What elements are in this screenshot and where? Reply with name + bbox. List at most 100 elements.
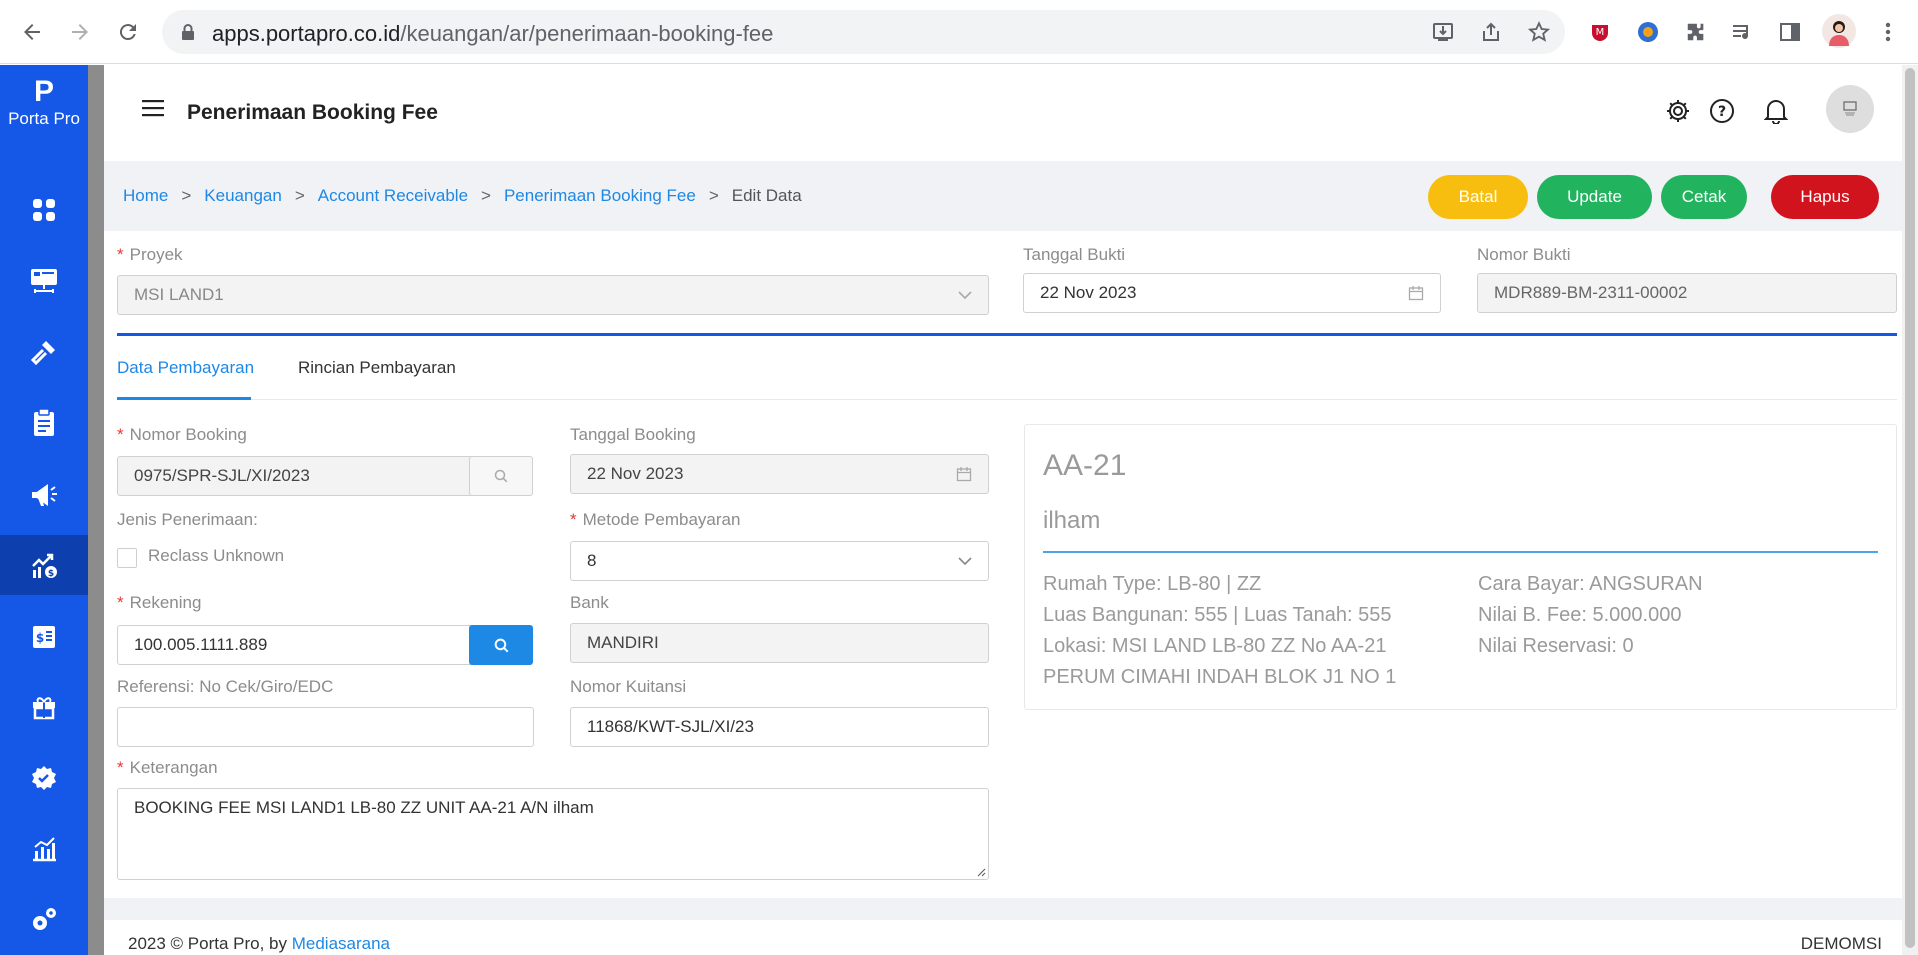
breadcrumb-separator: >: [181, 186, 192, 205]
unit-code: AA-21: [1043, 449, 1127, 482]
sidebar-item-finance[interactable]: $: [0, 535, 88, 595]
metode-label-text: Metode Pembayaran: [582, 510, 741, 529]
svg-text:?: ?: [1718, 104, 1726, 120]
forward-icon[interactable]: [64, 16, 96, 48]
settings-icon[interactable]: [1662, 95, 1694, 127]
url-path: /keuangan/ar/penerimaan-booking-fee: [400, 21, 774, 46]
brand-name: Porta Pro: [8, 109, 80, 128]
projects-icon: [31, 269, 57, 293]
extension-shield-icon[interactable]: M: [1586, 18, 1614, 46]
search-icon: [494, 638, 508, 652]
page-scrollbar-thumb[interactable]: [1905, 68, 1915, 948]
user-avatar[interactable]: [1826, 85, 1874, 133]
notification-bell-icon[interactable]: [1760, 95, 1792, 127]
hamburger-menu-icon[interactable]: [142, 99, 164, 122]
keterangan-textarea[interactable]: BOOKING FEE MSI LAND1 LB-80 ZZ UNIT AA-2…: [117, 788, 989, 880]
bookmark-star-icon[interactable]: [1525, 18, 1553, 46]
required-mark: *: [570, 510, 577, 529]
breadcrumb-separator: >: [481, 186, 491, 205]
tab-data-pembayaran[interactable]: Data Pembayaran: [117, 358, 254, 378]
address-bar[interactable]: apps.portapro.co.id/keuangan/ar/penerima…: [162, 10, 1565, 54]
breadcrumb-home[interactable]: Home: [123, 186, 168, 205]
sidebar-item-construction[interactable]: [0, 322, 88, 382]
breadcrumb: Home > Keuangan > Account Receivable > Penerim…: [123, 186, 802, 206]
rekening-value: 100.005.1111.889: [134, 635, 268, 654]
rekening-label: * Rekening: [117, 593, 201, 613]
side-panel-icon[interactable]: [1776, 18, 1804, 46]
nomor-booking-value: 0975/SPR-SJL/XI/2023: [134, 466, 310, 485]
breadcrumb-separator: >: [708, 186, 719, 205]
brand-logo[interactable]: P Porta Pro: [0, 77, 88, 129]
bank-value: MANDIRI: [587, 633, 659, 652]
tanggal-bukti-input[interactable]: 22 Nov 2023: [1023, 273, 1441, 313]
required-mark: *: [117, 425, 124, 444]
nomor-booking-input: 0975/SPR-SJL/XI/2023: [117, 456, 474, 496]
keterangan-value: BOOKING FEE MSI LAND1 LB-80 ZZ UNIT AA-2…: [134, 798, 594, 817]
reload-icon[interactable]: [112, 16, 144, 48]
jenis-penerimaan-label: Jenis Penerimaan:: [117, 510, 258, 529]
svg-text:$: $: [36, 631, 44, 645]
proyek-value: MSI LAND1: [134, 285, 224, 304]
nomor-kuitansi-value: 11868/KWT-SJL/XI/23: [587, 717, 754, 736]
main-content: Penerimaan Booking Fee ? Home > Keuangan > A…: [104, 65, 1902, 955]
batal-button[interactable]: Batal: [1428, 175, 1528, 219]
sidebar-item-dashboard[interactable]: [0, 180, 88, 240]
resize-handle-icon[interactable]: [976, 867, 986, 877]
help-icon[interactable]: ?: [1706, 95, 1738, 127]
nomor-bukti-value: MDR889-BM-2311-00002: [1494, 283, 1688, 302]
cashier-icon: $: [33, 626, 55, 648]
proyek-select[interactable]: MSI LAND1: [117, 275, 989, 315]
chevron-down-icon: [958, 291, 972, 300]
media-queue-icon[interactable]: [1729, 18, 1757, 46]
sidebar-item-reports[interactable]: [0, 819, 88, 879]
breadcrumb-keuangan[interactable]: Keuangan: [204, 186, 282, 205]
hapus-button[interactable]: Hapus: [1771, 175, 1879, 219]
sidebar-item-projects[interactable]: [0, 251, 88, 311]
bank-input: MANDIRI: [570, 623, 989, 663]
tabs-divider: [117, 399, 1897, 400]
gift-icon: [33, 697, 55, 720]
nomor-booking-label: * Nomor Booking: [117, 425, 247, 445]
reclass-checkbox[interactable]: [117, 548, 137, 568]
cetak-button[interactable]: Cetak: [1661, 175, 1747, 219]
luas-info: Luas Bangunan: 555 | Luas Tanah: 555: [1043, 604, 1392, 626]
tanggal-booking-label: Tanggal Booking: [570, 425, 696, 444]
rekening-search-button[interactable]: [469, 625, 533, 665]
back-icon[interactable]: [16, 16, 48, 48]
referensi-input[interactable]: [117, 707, 534, 747]
url-text: apps.portapro.co.id/keuangan/ar/penerima…: [212, 21, 773, 47]
extension-circle-icon[interactable]: [1634, 18, 1662, 46]
sidebar: P Porta Pro $ $: [0, 65, 88, 955]
sidebar-item-marketing[interactable]: [0, 464, 88, 524]
profile-avatar-icon[interactable]: [1822, 14, 1856, 48]
nomor-kuitansi-input[interactable]: 11868/KWT-SJL/XI/23: [570, 707, 989, 747]
referensi-label: Referensi: No Cek/Giro/EDC: [117, 677, 334, 696]
sidebar-item-gift[interactable]: [0, 677, 88, 737]
section-divider: [117, 333, 1897, 336]
share-icon[interactable]: [1477, 18, 1505, 46]
breadcrumb-account-receivable[interactable]: Account Receivable: [318, 186, 468, 205]
tanggal-bukti-label: Tanggal Bukti: [1023, 245, 1126, 264]
footer: 2023 © Porta Pro, by Mediasarana DEMOMSI: [104, 920, 1902, 955]
sidebar-item-settings[interactable]: [0, 890, 88, 950]
metode-pembayaran-select[interactable]: 8: [570, 541, 989, 581]
company-link[interactable]: Mediasarana: [292, 934, 390, 953]
install-icon[interactable]: [1429, 18, 1457, 46]
cara-bayar: Cara Bayar: ANGSURAN: [1478, 573, 1703, 595]
calendar-icon: [1408, 286, 1424, 301]
browser-menu-icon[interactable]: [1874, 18, 1902, 46]
rekening-input[interactable]: 100.005.1111.889: [117, 625, 474, 665]
tab-rincian-pembayaran[interactable]: Rincian Pembayaran: [298, 358, 456, 378]
sidebar-item-verified[interactable]: [0, 748, 88, 808]
dashboard-icon: [33, 199, 55, 221]
update-button[interactable]: Update: [1537, 175, 1652, 219]
breadcrumb-penerimaan-booking-fee[interactable]: Penerimaan Booking Fee: [504, 186, 696, 205]
nomor-booking-label-text: Nomor Booking: [129, 425, 247, 444]
sidebar-item-clipboard[interactable]: [0, 393, 88, 453]
extensions-puzzle-icon[interactable]: [1682, 18, 1710, 46]
nomor-booking-search-button[interactable]: [469, 456, 533, 496]
content-bottom-band: [104, 898, 1902, 920]
rumah-type: Rumah Type: LB-80 | ZZ: [1043, 573, 1262, 595]
metode-value: 8: [587, 551, 597, 570]
sidebar-item-cashier[interactable]: $: [0, 606, 88, 666]
